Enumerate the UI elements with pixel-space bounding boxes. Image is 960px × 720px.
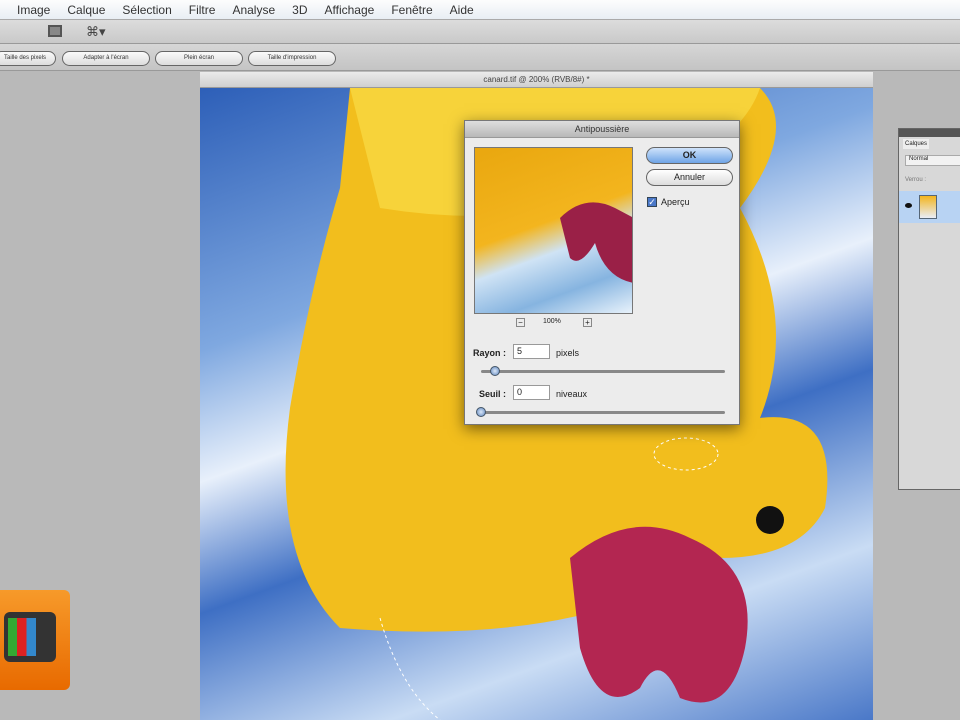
zoom-level: 100% xyxy=(543,318,561,325)
menu-calque[interactable]: Calque xyxy=(67,3,105,17)
menu-affichage[interactable]: Affichage xyxy=(324,3,374,17)
threshold-slider-thumb[interactable] xyxy=(476,407,486,417)
threshold-label: Seuil : xyxy=(479,389,507,399)
threshold-slider[interactable] xyxy=(481,411,725,414)
layer-thumbnail xyxy=(919,195,937,219)
dialog-title: Antipoussière xyxy=(465,121,739,138)
options-bar: Taille des pixels Adapter à l'écran Plei… xyxy=(0,44,960,71)
menu-aide[interactable]: Aide xyxy=(450,3,474,17)
preview-image[interactable] xyxy=(474,147,633,314)
screen-mode-icon[interactable]: ⌘▾ xyxy=(86,24,106,40)
menu-bar: Image Calque Sélection Filtre Analyse 3D… xyxy=(0,0,960,20)
blend-mode-select[interactable]: Normal xyxy=(905,155,960,166)
radius-label: Rayon : xyxy=(473,348,507,358)
threshold-unit: niveaux xyxy=(556,389,588,399)
ok-button[interactable]: OK xyxy=(646,147,733,164)
arrange-documents-icon[interactable] xyxy=(48,25,62,37)
menu-analyse[interactable]: Analyse xyxy=(232,3,275,17)
zoom-in-button[interactable]: + xyxy=(583,318,592,327)
fill-screen-button[interactable]: Plein écran xyxy=(155,51,243,66)
document-tab[interactable]: canard.tif @ 200% (RVB/8#) * xyxy=(200,72,873,88)
radius-unit: pixels xyxy=(556,348,580,358)
print-size-button[interactable]: Taille d'impression xyxy=(248,51,336,66)
preview-label: Aperçu xyxy=(661,197,690,207)
layers-panel: Calques Normal Verrou : xyxy=(898,128,960,490)
threshold-input[interactable]: 0 xyxy=(513,385,550,400)
actual-pixels-button[interactable]: Taille des pixels xyxy=(0,51,56,66)
menu-image[interactable]: Image xyxy=(17,3,50,17)
eye-icon[interactable] xyxy=(905,203,912,208)
cancel-button[interactable]: Annuler xyxy=(646,169,733,186)
lock-label: Verrou : xyxy=(905,177,927,183)
preview-checkbox[interactable]: ✓ xyxy=(647,197,657,207)
menu-fenetre[interactable]: Fenêtre xyxy=(391,3,432,17)
radius-slider[interactable] xyxy=(481,370,725,373)
radius-input[interactable]: 5 xyxy=(513,344,550,359)
radius-slider-thumb[interactable] xyxy=(490,366,500,376)
zoom-out-button[interactable]: − xyxy=(516,318,525,327)
layer-row[interactable] xyxy=(899,191,960,223)
menu-3d[interactable]: 3D xyxy=(292,3,307,17)
application-bar: ⌘▾ xyxy=(0,20,960,44)
dust-scratches-dialog: Antipoussière − 100% + OK Annuler ✓ Aper… xyxy=(464,120,740,425)
fit-screen-button[interactable]: Adapter à l'écran xyxy=(62,51,150,66)
menu-selection[interactable]: Sélection xyxy=(122,3,171,17)
tv-logo-icon xyxy=(0,590,70,690)
menu-filtre[interactable]: Filtre xyxy=(189,3,216,17)
layers-tab[interactable]: Calques xyxy=(903,139,930,149)
